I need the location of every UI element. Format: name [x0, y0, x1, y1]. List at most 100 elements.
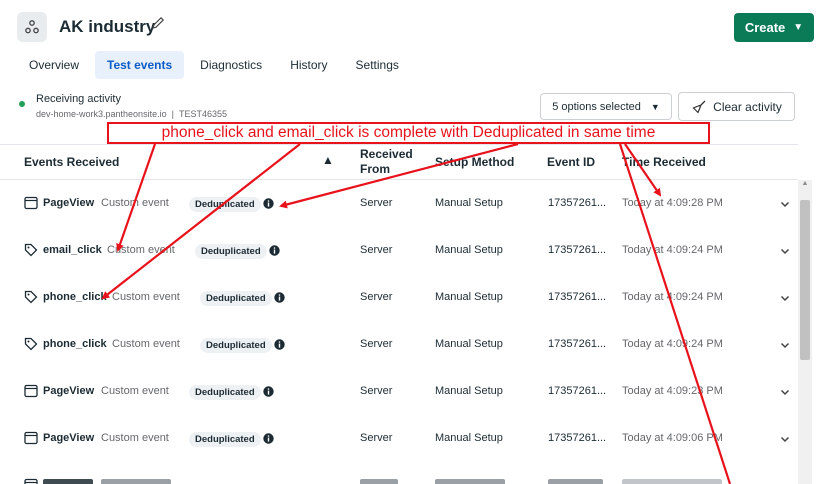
page-icon [24, 431, 38, 445]
scroll-thumb[interactable] [800, 200, 810, 360]
setup-method: Manual Setup [435, 197, 503, 209]
setup-method: Manual Setup [435, 291, 503, 303]
event-id: 17357261... [548, 338, 607, 350]
info-icon[interactable] [263, 433, 274, 444]
dedup-badge: Deduplicated [189, 197, 261, 212]
chevron-down-icon[interactable] [780, 199, 790, 209]
clear-activity-label: Clear activity [713, 99, 782, 114]
partial-row-placeholder [43, 479, 93, 484]
time-received: Today at 4:09:24 PM [622, 291, 723, 303]
table-row[interactable]: phone_click Custom event Deduplicated Se… [0, 274, 798, 321]
col-time-received: Time Received [622, 155, 706, 169]
chevron-down-icon[interactable] [780, 434, 790, 444]
page-icon [24, 384, 38, 398]
time-received: Today at 4:09:24 PM [622, 244, 723, 256]
col-events-received: Events Received [24, 155, 120, 169]
broom-icon [692, 100, 706, 114]
setup-method: Manual Setup [435, 385, 503, 397]
page-icon [24, 478, 38, 484]
tag-icon [24, 337, 38, 351]
time-received: Today at 4:09:06 PM [622, 432, 723, 444]
time-received: Today at 4:09:28 PM [622, 197, 723, 209]
partial-row-placeholder [548, 479, 603, 484]
table-row[interactable]: PageView Custom event Deduplicated Serve… [0, 180, 798, 227]
chevron-down-icon[interactable] [780, 293, 790, 303]
warning-icon: ▲ [322, 153, 334, 167]
table-row[interactable]: PageView Custom event Deduplicated Serve… [0, 368, 798, 415]
partial-row-placeholder [435, 479, 505, 484]
event-id: 17357261... [548, 197, 607, 209]
dedup-badge: Deduplicated [200, 338, 272, 353]
event-type: Custom event [107, 244, 175, 256]
table-row[interactable]: PageView Custom event Deduplicated Serve… [0, 415, 798, 462]
dedup-badge: Deduplicated [189, 432, 261, 447]
chevron-down-icon[interactable] [780, 340, 790, 350]
table-header: Events Received ▲ Received From Setup Me… [0, 144, 798, 180]
chevron-down-icon[interactable] [780, 246, 790, 256]
partial-row-placeholder [101, 479, 171, 484]
tag-icon [24, 243, 38, 257]
info-icon[interactable] [274, 339, 285, 350]
tab-diagnostics[interactable]: Diagnostics [188, 51, 274, 79]
tab-history[interactable]: History [278, 51, 339, 79]
partial-row-placeholder [622, 479, 722, 484]
setup-method: Manual Setup [435, 432, 503, 444]
event-name: PageView [43, 432, 95, 444]
caret-down-icon: ▼ [793, 22, 804, 33]
scroll-up-icon[interactable]: ▲ [800, 180, 810, 190]
event-type: Custom event [112, 338, 180, 350]
caret-down-icon: ▼ [650, 101, 660, 112]
clear-activity-button[interactable]: Clear activity [678, 92, 795, 121]
activity-domain: dev-home-work3.pantheonsite.io [36, 109, 167, 119]
event-type: Custom event [101, 432, 169, 444]
chevron-down-icon[interactable] [780, 387, 790, 397]
received-from: Server [360, 432, 393, 444]
time-received: Today at 4:09:23 PM [622, 385, 723, 397]
tab-overview[interactable]: Overview [17, 51, 91, 79]
table-row-partial[interactable] [0, 462, 798, 484]
setup-method: Manual Setup [435, 244, 503, 256]
event-name: email_click [43, 244, 102, 256]
create-button-label: Create [744, 20, 786, 35]
received-from: Server [360, 244, 393, 256]
pencil-icon[interactable] [150, 15, 166, 31]
dedup-badge: Deduplicated [200, 291, 272, 306]
table-row[interactable]: phone_click Custom event Deduplicated Se… [0, 321, 798, 368]
info-icon[interactable] [263, 198, 274, 209]
activity-source: dev-home-work3.pantheonsite.io | TEST463… [36, 109, 227, 119]
event-name: PageView [43, 197, 95, 209]
page-title: AK industry [59, 17, 156, 36]
partial-row-placeholder [360, 479, 398, 484]
received-from: Server [360, 385, 393, 397]
event-id: 17357261... [548, 291, 607, 303]
table-scrollbar[interactable]: ▲ [798, 180, 812, 484]
event-name: PageView [43, 385, 95, 397]
activity-title: Receiving activity [36, 93, 121, 105]
event-name: phone_click [43, 338, 107, 350]
dedup-badge: Deduplicated [195, 244, 267, 259]
tab-settings[interactable]: Settings [344, 51, 411, 79]
col-setup-method: Setup Method [435, 155, 515, 169]
page-icon [24, 196, 38, 210]
event-name: phone_click [43, 291, 107, 303]
event-type: Custom event [112, 291, 180, 303]
pixel-logo[interactable] [17, 12, 47, 42]
create-button[interactable]: Create ▼ [734, 13, 814, 42]
event-type: Custom event [101, 197, 169, 209]
annotation-callout: phone_click and email_click is complete … [107, 122, 710, 144]
dedup-badge: Deduplicated [189, 385, 261, 400]
col-received-from: Received From [360, 147, 413, 176]
event-id: 17357261... [548, 385, 607, 397]
info-icon[interactable] [274, 292, 285, 303]
info-icon[interactable] [263, 386, 274, 397]
tab-bar: Overview Test events Diagnostics History… [17, 51, 415, 79]
event-filter-select[interactable]: 5 options selected ▼ [540, 93, 672, 120]
table-row[interactable]: email_click Custom event Deduplicated Se… [0, 227, 798, 274]
received-from: Server [360, 197, 393, 209]
received-from: Server [360, 291, 393, 303]
tab-test-events[interactable]: Test events [95, 51, 185, 79]
status-dot-icon [19, 101, 25, 107]
info-icon[interactable] [269, 245, 280, 256]
received-from: Server [360, 338, 393, 350]
time-received: Today at 4:09:24 PM [622, 338, 723, 350]
